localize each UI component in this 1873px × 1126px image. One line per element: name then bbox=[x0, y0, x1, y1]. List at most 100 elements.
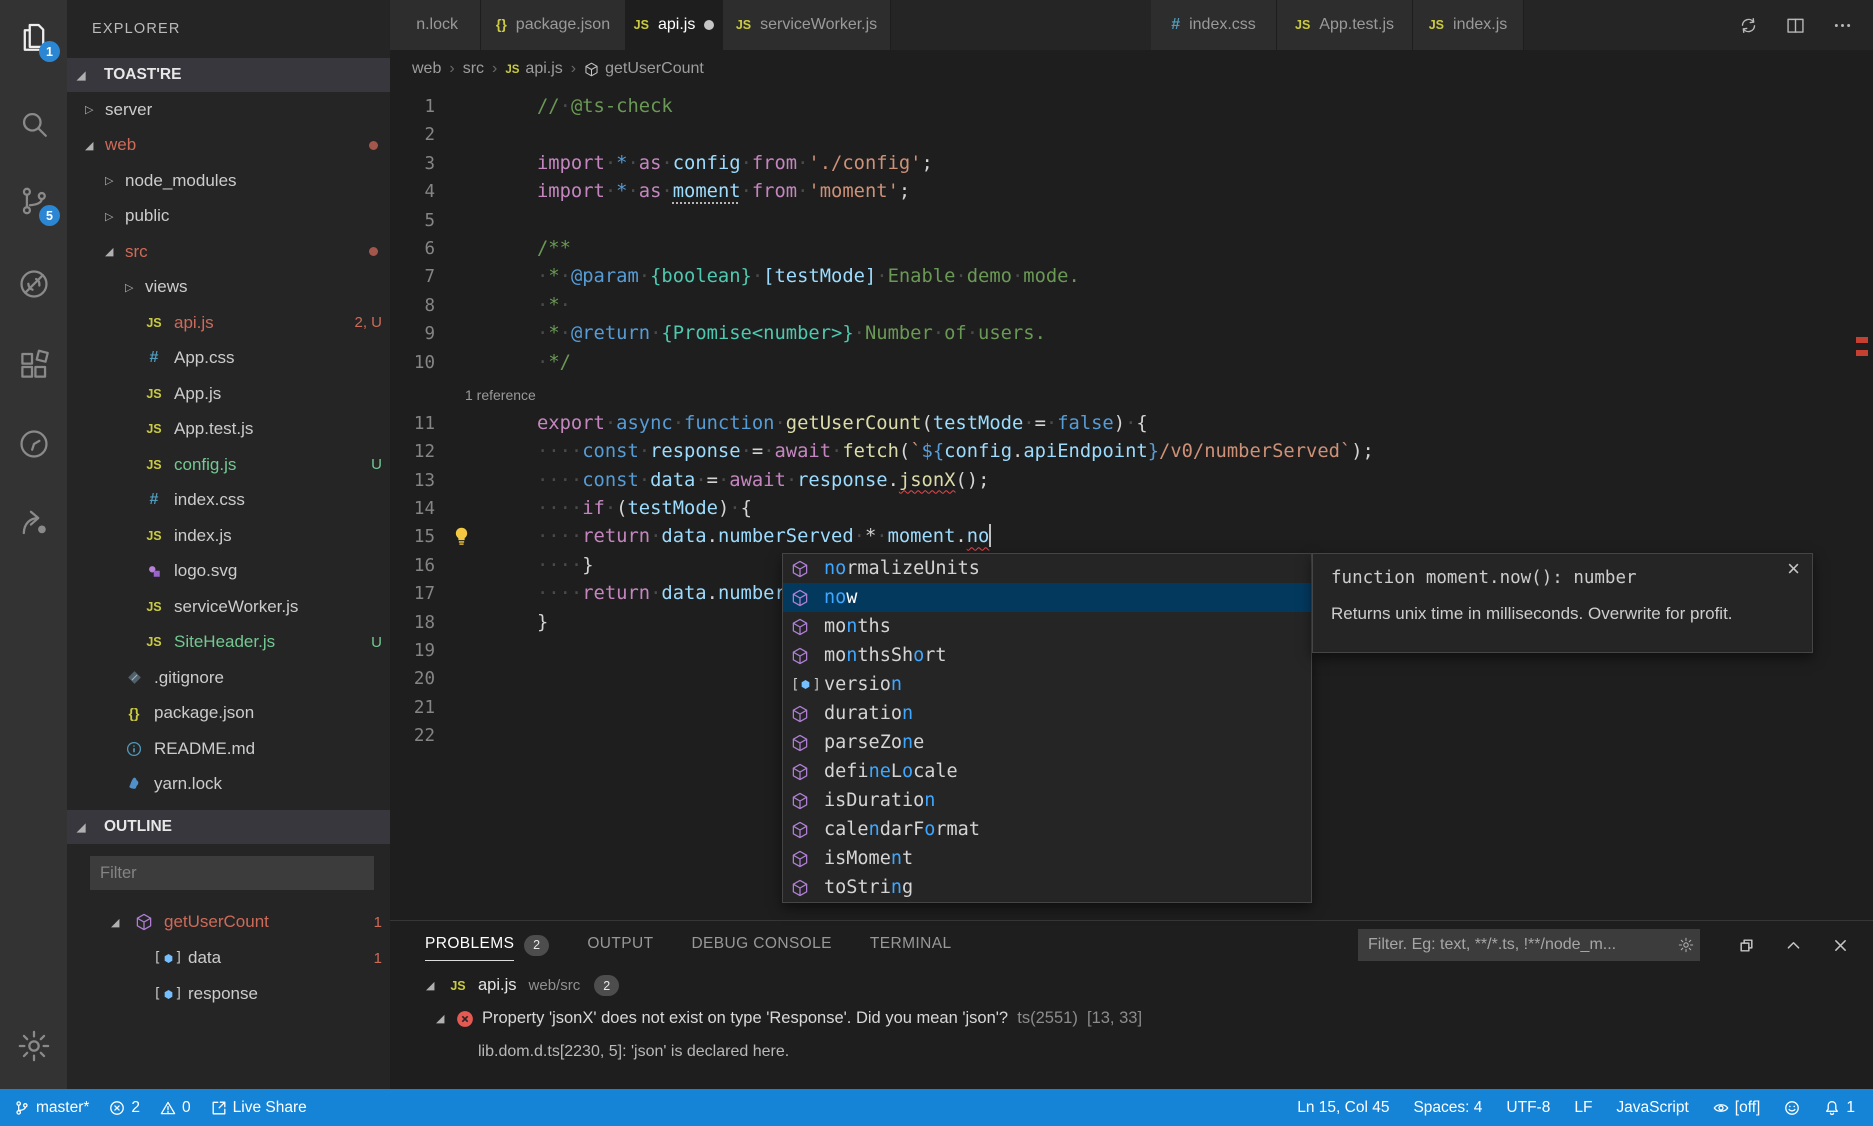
outline-item-data[interactable]: []data1 bbox=[67, 940, 390, 976]
suggest-item-isMoment[interactable]: isMoment bbox=[783, 844, 1311, 873]
panel-tab-terminal[interactable]: TERMINAL bbox=[870, 930, 952, 961]
panel-tab-output[interactable]: OUTPUT bbox=[587, 930, 653, 961]
code-line-4[interactable]: 4import·*·as·moment·from·'moment'; bbox=[390, 178, 1873, 206]
suggest-item-months[interactable]: months bbox=[783, 612, 1311, 641]
tree-item-views[interactable]: ▷views bbox=[67, 270, 390, 306]
outline-item-getusercount[interactable]: ◢getUserCount1 bbox=[67, 904, 390, 940]
tree-item-api-js[interactable]: JSapi.js2, U bbox=[67, 305, 390, 341]
extensions-icon[interactable] bbox=[0, 343, 67, 387]
suggest-item-parseZone[interactable]: parseZone bbox=[783, 728, 1311, 757]
problems-file-group[interactable]: ◢JSapi.jsweb/src2 bbox=[390, 969, 1873, 1002]
code-lens[interactable]: 1 reference bbox=[390, 377, 1873, 410]
suggest-item-toString[interactable]: toString bbox=[783, 873, 1311, 902]
maximize-panel-icon[interactable] bbox=[1738, 937, 1755, 954]
settings-gear-icon[interactable] bbox=[0, 1024, 67, 1068]
explorer-section-header[interactable]: ◢ TOAST'RE bbox=[67, 58, 390, 92]
tree-item-app-css[interactable]: #App.css bbox=[67, 341, 390, 377]
code-line-3[interactable]: 3import·*·as·config·from·'./config'; bbox=[390, 150, 1873, 178]
suggest-item-version[interactable]: []version bbox=[783, 670, 1311, 699]
code-line-5[interactable]: 5 bbox=[390, 207, 1873, 235]
code-line-11[interactable]: 11export·async·function·getUserCount(tes… bbox=[390, 410, 1873, 438]
code-line-6[interactable]: 6/** bbox=[390, 235, 1873, 263]
chevron-up-icon[interactable] bbox=[1785, 937, 1802, 954]
suggest-item-now[interactable]: now bbox=[783, 583, 1311, 612]
panel-tab-debug-console[interactable]: DEBUG CONSOLE bbox=[691, 930, 831, 961]
tree-item-node-modules[interactable]: ▷node_modules bbox=[67, 163, 390, 199]
close-icon[interactable]: × bbox=[1787, 558, 1800, 580]
code-line-8[interactable]: 8·*· bbox=[390, 292, 1873, 320]
tree-item-index-js[interactable]: JSindex.js bbox=[67, 518, 390, 554]
filter-gear-icon[interactable] bbox=[1678, 937, 1694, 953]
tree-item-web[interactable]: ◢web bbox=[67, 128, 390, 164]
breadcrumb-item-api.js[interactable]: JSapi.js bbox=[505, 60, 562, 78]
breadcrumb-item-getusercount[interactable]: getUserCount bbox=[584, 60, 704, 78]
problem-row[interactable]: ◢Property 'jsonX' does not exist on type… bbox=[390, 1002, 1873, 1035]
status-warning-count[interactable]: 0 bbox=[160, 1099, 191, 1117]
code-line-14[interactable]: 14····if·(testMode)·{ bbox=[390, 495, 1873, 523]
tab-serviceworker-js[interactable]: JSserviceWorker.js bbox=[723, 0, 891, 50]
panel-tab-problems[interactable]: PROBLEMS2 bbox=[425, 930, 549, 961]
suggest-item-duration[interactable]: duration bbox=[783, 699, 1311, 728]
status-feedback[interactable] bbox=[1784, 1100, 1800, 1116]
close-panel-icon[interactable] bbox=[1832, 937, 1849, 954]
tab-app-test-js[interactable]: JSApp.test.js bbox=[1277, 0, 1413, 50]
tree-item-config-js[interactable]: JSconfig.jsU bbox=[67, 447, 390, 483]
tree-item-readme-md[interactable]: README.md bbox=[67, 731, 390, 767]
outline-section-header[interactable]: ◢ OUTLINE bbox=[67, 810, 390, 844]
status-encoding[interactable]: UTF-8 bbox=[1506, 1099, 1550, 1117]
status-language-mode[interactable]: JavaScript bbox=[1616, 1099, 1688, 1117]
suggest-item-defineLocale[interactable]: defineLocale bbox=[783, 757, 1311, 786]
code-line-12[interactable]: 12····const·response·=·await·fetch(`${co… bbox=[390, 438, 1873, 466]
code-line-2[interactable]: 2 bbox=[390, 121, 1873, 149]
tree-item-serviceworker-js[interactable]: JSserviceWorker.js bbox=[67, 589, 390, 625]
status-eol[interactable]: LF bbox=[1574, 1099, 1592, 1117]
suggest-item-calendarFormat[interactable]: calendarFormat bbox=[783, 815, 1311, 844]
source-control-icon[interactable]: 5 bbox=[0, 179, 67, 223]
status-indentation[interactable]: Spaces: 4 bbox=[1413, 1099, 1482, 1117]
suggest-item-normalizeUnits[interactable]: normalizeUnits bbox=[783, 554, 1311, 583]
tab-index-css[interactable]: #index.css bbox=[1151, 0, 1277, 50]
status-notifications[interactable]: 1 bbox=[1824, 1099, 1855, 1117]
tree-item-app-js[interactable]: JSApp.js bbox=[67, 376, 390, 412]
problem-related-info[interactable]: lib.dom.d.ts[2230, 5]: 'json' is declare… bbox=[390, 1035, 1873, 1068]
tree-item-src[interactable]: ◢src bbox=[67, 234, 390, 270]
tab-n-lock[interactable]: n.lock bbox=[390, 0, 481, 50]
tree-item--gitignore[interactable]: .gitignore bbox=[67, 660, 390, 696]
tree-item-app-test-js[interactable]: JSApp.test.js bbox=[67, 412, 390, 448]
status-screencast-mode[interactable]: [off] bbox=[1713, 1099, 1761, 1117]
tree-item-server[interactable]: ▷server bbox=[67, 92, 390, 128]
share-icon[interactable] bbox=[0, 500, 67, 544]
code-line-15[interactable]: 15····return·data.numberServed·*·moment.… bbox=[390, 523, 1873, 551]
tab-api-js[interactable]: JSapi.js bbox=[626, 0, 723, 50]
breadcrumb-item-web[interactable]: web bbox=[412, 60, 441, 78]
code-line-9[interactable]: 9·*·@return·{Promise<number>}·Number·of·… bbox=[390, 320, 1873, 348]
tree-item-siteheader-js[interactable]: JSSiteHeader.jsU bbox=[67, 625, 390, 661]
status-error-count[interactable]: 2 bbox=[109, 1099, 140, 1117]
code-line-13[interactable]: 13····const·data·=·await·response.jsonX(… bbox=[390, 467, 1873, 495]
code-line-7[interactable]: 7·*·@param·{boolean}·[testMode]·Enable·d… bbox=[390, 263, 1873, 291]
split-editor-icon[interactable] bbox=[1785, 15, 1806, 36]
tree-item-index-css[interactable]: #index.css bbox=[67, 483, 390, 519]
lightbulb-icon[interactable] bbox=[451, 526, 472, 547]
suggest-item-monthsShort[interactable]: monthsShort bbox=[783, 641, 1311, 670]
tab-package-json[interactable]: {}package.json bbox=[481, 0, 626, 50]
outline-filter-input[interactable] bbox=[90, 856, 374, 890]
debug-icon[interactable] bbox=[0, 262, 67, 306]
explorer-icon[interactable]: 1 bbox=[0, 15, 67, 59]
live-share-icon[interactable] bbox=[0, 422, 67, 466]
status-cursor-position[interactable]: Ln 15, Col 45 bbox=[1297, 1099, 1389, 1117]
tree-item-logo-svg[interactable]: logo.svg bbox=[67, 554, 390, 590]
more-actions-icon[interactable] bbox=[1832, 15, 1853, 36]
open-changes-icon[interactable] bbox=[1738, 15, 1759, 36]
tree-item-package-json[interactable]: {}package.json bbox=[67, 696, 390, 732]
suggest-item-isDuration[interactable]: isDuration bbox=[783, 786, 1311, 815]
code-line-1[interactable]: 1//·@ts-check bbox=[390, 93, 1873, 121]
tree-item-yarn-lock[interactable]: yarn.lock bbox=[67, 767, 390, 803]
breadcrumb-item-src[interactable]: src bbox=[463, 60, 484, 78]
problems-filter-input[interactable] bbox=[1358, 936, 1678, 954]
search-icon[interactable] bbox=[0, 102, 67, 146]
tab-index-js[interactable]: JSindex.js bbox=[1413, 0, 1524, 50]
status-live-share[interactable]: Live Share bbox=[211, 1099, 307, 1117]
tree-item-public[interactable]: ▷public bbox=[67, 199, 390, 235]
code-line-10[interactable]: 10·*/ bbox=[390, 349, 1873, 377]
